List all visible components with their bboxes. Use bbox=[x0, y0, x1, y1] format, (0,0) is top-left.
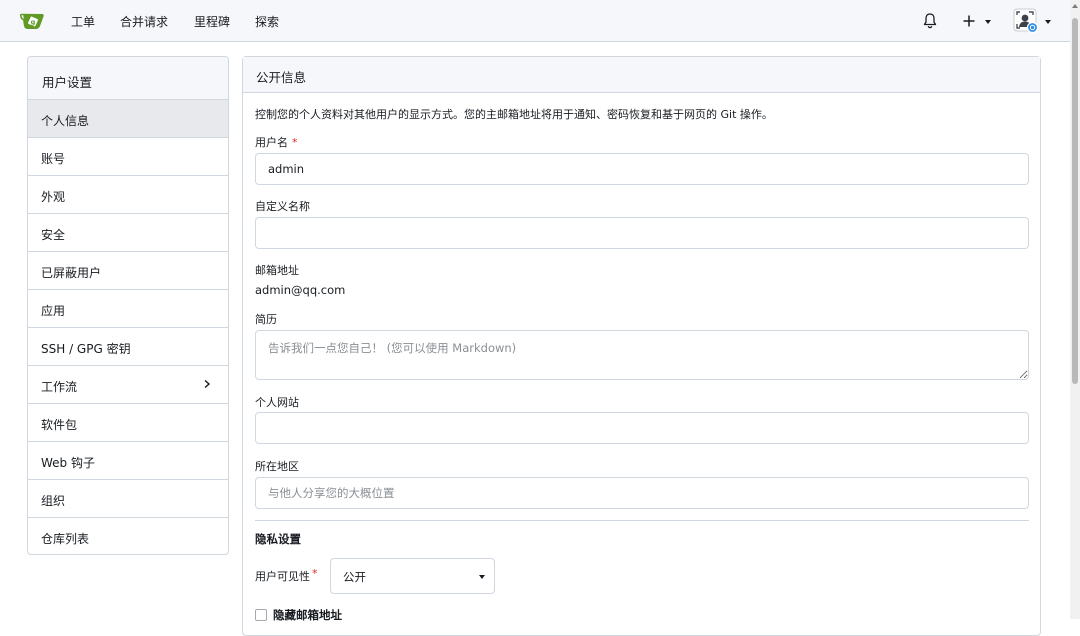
bio-label: 简历 bbox=[255, 313, 277, 326]
privacy-section-title: 隐私设置 bbox=[255, 532, 301, 546]
full-name-input[interactable] bbox=[255, 217, 1029, 249]
visibility-label: 用户可见性 * bbox=[255, 567, 318, 583]
nav-issues[interactable]: 工单 bbox=[71, 13, 95, 30]
scroll-up-arrow-icon[interactable] bbox=[1072, 4, 1078, 8]
hide-email-label[interactable]: 隐藏邮箱地址 bbox=[273, 607, 342, 623]
sidebar-item-repositories[interactable]: 仓库列表 bbox=[28, 518, 228, 554]
required-mark: * bbox=[292, 136, 298, 149]
profile-description: 控制您的个人资料对其他用户的显示方式。您的主邮箱地址将用于通知、密码恢复和基于网… bbox=[255, 108, 773, 121]
location-label: 所在地区 bbox=[255, 460, 299, 473]
section-divider bbox=[255, 520, 1029, 521]
sidebar-item-label: 工作流 bbox=[41, 380, 78, 394]
sidebar-item-organizations[interactable]: 组织 bbox=[28, 480, 228, 518]
sidebar-item-packages[interactable]: 软件包 bbox=[28, 404, 228, 442]
sidebar-item-label: 组织 bbox=[41, 494, 66, 508]
sidebar-item-applications[interactable]: 应用 bbox=[28, 290, 228, 328]
sidebar-item-appearance[interactable]: 外观 bbox=[28, 176, 228, 214]
sidebar-title: 用户设置 bbox=[28, 57, 228, 100]
sidebar-item-label: 仓库列表 bbox=[41, 532, 90, 546]
required-mark: * bbox=[312, 567, 318, 580]
hide-email-checkbox[interactable] bbox=[255, 609, 267, 621]
settings-sidebar: 用户设置 个人信息 账号 外观 安全 已屏蔽用户 应用 SSH / GPG 密钥… bbox=[27, 56, 229, 555]
sidebar-item-label: 已屏蔽用户 bbox=[41, 266, 102, 280]
chevron-down-icon bbox=[1045, 20, 1051, 24]
sidebar-item-webhooks[interactable]: Web 钩子 bbox=[28, 442, 228, 480]
chevron-down-icon bbox=[985, 20, 991, 24]
sidebar-item-ssh-gpg-keys[interactable]: SSH / GPG 密钥 bbox=[28, 328, 228, 366]
gitea-logo-icon[interactable]: g bbox=[18, 9, 46, 33]
public-profile-panel: 公开信息 控制您的个人资料对其他用户的显示方式。您的主邮箱地址将用于通知、密码恢… bbox=[242, 56, 1041, 636]
sidebar-item-actions[interactable]: 工作流 bbox=[28, 366, 228, 404]
scrollbar-thumb[interactable] bbox=[1072, 18, 1078, 384]
sidebar-item-label: 个人信息 bbox=[41, 114, 90, 128]
page-scrollbar[interactable] bbox=[1070, 0, 1080, 619]
panel-title: 公开信息 bbox=[243, 57, 1040, 93]
website-input[interactable] bbox=[255, 412, 1029, 444]
nav-explore[interactable]: 探索 bbox=[255, 13, 279, 30]
full-name-label: 自定义名称 bbox=[255, 200, 310, 213]
visibility-select[interactable]: 公开 bbox=[330, 558, 495, 594]
location-input[interactable] bbox=[255, 477, 1029, 509]
username-label: 用户名 * bbox=[255, 136, 298, 149]
chevron-down-icon bbox=[479, 575, 485, 579]
website-label: 个人网站 bbox=[255, 396, 299, 409]
sidebar-item-account[interactable]: 账号 bbox=[28, 138, 228, 176]
avatar-icon bbox=[1013, 8, 1039, 34]
email-value: admin@qq.com bbox=[255, 283, 346, 297]
sidebar-item-label: 账号 bbox=[41, 152, 66, 166]
bio-textarea[interactable] bbox=[255, 330, 1029, 380]
sidebar-item-profile[interactable]: 个人信息 bbox=[28, 100, 228, 138]
sidebar-item-label: 外观 bbox=[41, 190, 66, 204]
sidebar-item-blocked-users[interactable]: 已屏蔽用户 bbox=[28, 252, 228, 290]
visibility-selected-value: 公开 bbox=[343, 570, 366, 584]
bell-icon[interactable] bbox=[922, 12, 938, 29]
sidebar-item-label: Web 钩子 bbox=[41, 456, 95, 470]
nav-milestones[interactable]: 里程碑 bbox=[194, 13, 230, 30]
sidebar-item-label: 应用 bbox=[41, 304, 66, 318]
sidebar-item-label: 软件包 bbox=[41, 418, 78, 432]
svg-text:g: g bbox=[31, 18, 36, 26]
sidebar-item-security[interactable]: 安全 bbox=[28, 214, 228, 252]
sidebar-item-label: SSH / GPG 密钥 bbox=[41, 342, 131, 356]
create-menu[interactable] bbox=[962, 12, 996, 30]
chevron-right-icon bbox=[204, 379, 211, 389]
nav-pull-requests[interactable]: 合并请求 bbox=[120, 13, 168, 30]
plus-icon bbox=[963, 15, 975, 27]
user-menu[interactable] bbox=[1013, 8, 1053, 34]
sidebar-item-label: 安全 bbox=[41, 228, 66, 242]
username-input[interactable] bbox=[255, 153, 1029, 185]
email-label: 邮箱地址 bbox=[255, 264, 299, 277]
top-navbar: g 工单 合并请求 里程碑 探索 bbox=[0, 0, 1080, 42]
